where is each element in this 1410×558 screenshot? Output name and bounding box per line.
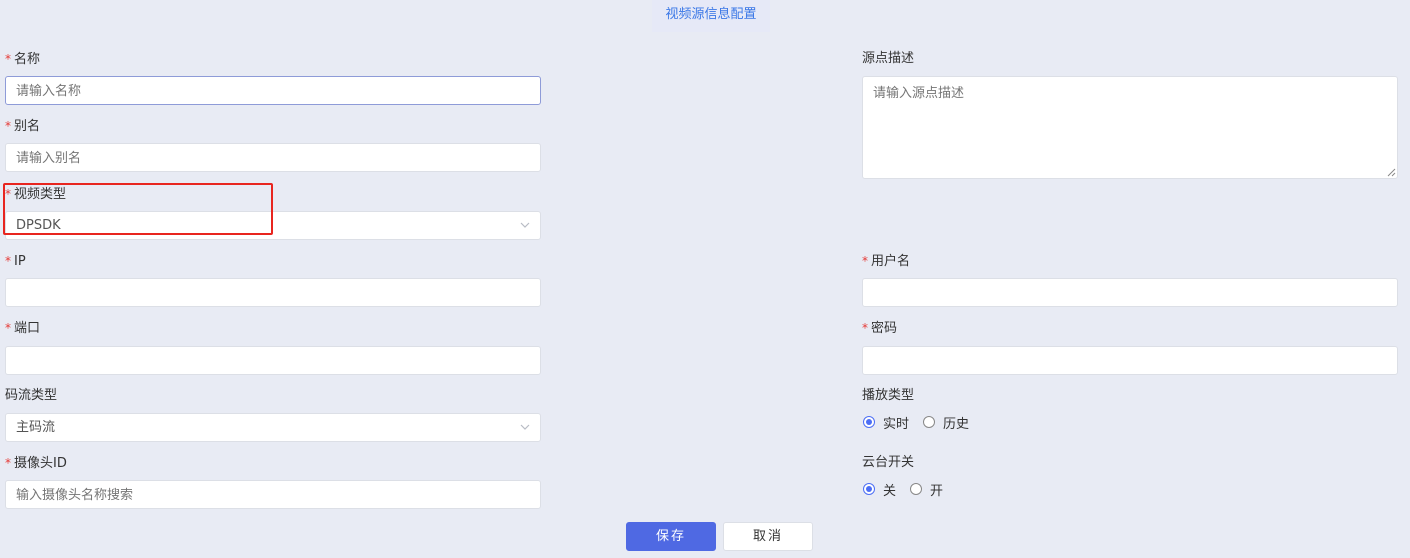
ptz-switch-radio-group: 关 开	[863, 479, 957, 499]
ip-input[interactable]	[5, 278, 541, 307]
port-input[interactable]	[5, 346, 541, 375]
password-label-text: 密码	[871, 321, 898, 336]
alias-label-text: 别名	[14, 119, 41, 134]
play-type-realtime-radio[interactable]	[863, 416, 875, 428]
required-mark: *	[5, 456, 11, 470]
camera-id-label: * 摄像头ID	[5, 453, 67, 473]
required-mark: *	[5, 52, 11, 66]
page-title: 视频源信息配置	[652, 0, 770, 32]
alias-label: * 别名	[5, 116, 40, 136]
camera-id-input[interactable]	[5, 480, 541, 509]
stream-type-label: 码流类型	[5, 388, 58, 403]
ptz-switch-label: 云台开关	[862, 455, 915, 470]
play-type-history-label[interactable]: 历史	[943, 413, 969, 432]
play-type-radio-group: 实时 历史	[863, 412, 983, 432]
description-textarea[interactable]	[862, 76, 1398, 179]
play-type-label: 播放类型	[862, 388, 915, 403]
username-input[interactable]	[862, 278, 1398, 307]
required-mark: *	[862, 254, 868, 268]
camera-id-label-text: 摄像头ID	[14, 456, 67, 471]
password-input[interactable]	[862, 346, 1398, 375]
stream-type-value: 主码流	[16, 420, 56, 435]
name-label: * 名称	[5, 49, 40, 69]
ptz-on-label[interactable]: 开	[930, 480, 943, 499]
ptz-off-label[interactable]: 关	[883, 480, 896, 499]
username-label: * 用户名	[862, 251, 910, 271]
password-label: * 密码	[862, 318, 897, 338]
required-mark: *	[5, 254, 11, 268]
stream-type-select[interactable]: 主码流	[5, 413, 541, 442]
port-label: * 端口	[5, 318, 40, 338]
ptz-on-radio[interactable]	[910, 483, 923, 495]
description-label: 源点描述	[862, 51, 915, 66]
ip-label-text: IP	[14, 254, 26, 269]
highlight-box	[3, 183, 273, 235]
chevron-down-icon	[520, 424, 530, 430]
required-mark: *	[5, 321, 11, 335]
save-button[interactable]: 保存	[626, 522, 716, 551]
cancel-button[interactable]: 取消	[723, 522, 813, 551]
play-type-history-radio[interactable]	[923, 416, 936, 428]
ip-label: * IP	[5, 251, 26, 271]
username-label-text: 用户名	[871, 254, 911, 269]
required-mark: *	[5, 119, 11, 133]
name-input[interactable]	[5, 76, 541, 105]
ptz-off-radio[interactable]	[863, 483, 875, 495]
chevron-down-icon	[520, 222, 530, 228]
name-label-text: 名称	[14, 52, 41, 67]
port-label-text: 端口	[14, 321, 41, 336]
alias-input[interactable]	[5, 143, 541, 172]
required-mark: *	[862, 321, 868, 335]
resize-grip-icon[interactable]	[1387, 168, 1396, 177]
play-type-realtime-label[interactable]: 实时	[883, 413, 909, 432]
